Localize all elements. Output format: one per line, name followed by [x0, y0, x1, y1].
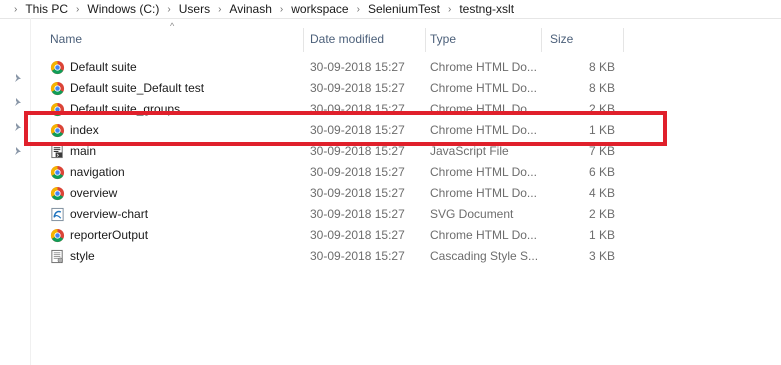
chevron-right-icon[interactable]: ›: [70, 4, 85, 15]
file-name: Default suite: [70, 60, 137, 74]
column-header-name[interactable]: Name: [45, 28, 303, 52]
breadcrumb-item[interactable]: workspace: [289, 2, 350, 16]
file-name: Default suite_Default test: [70, 81, 205, 95]
highlight-box: [24, 111, 667, 146]
chevron-right-icon[interactable]: ›: [8, 4, 23, 15]
chevron-right-icon[interactable]: ›: [161, 4, 176, 15]
file-type: Chrome HTML Do...: [430, 81, 537, 95]
chevron-right-icon[interactable]: ›: [442, 4, 457, 15]
breadcrumb-item[interactable]: SeleniumTest: [366, 2, 442, 16]
file-size: 2 KB: [588, 207, 615, 221]
breadcrumb-item[interactable]: Avinash: [227, 2, 273, 16]
file-date: 30-09-2018 15:27: [310, 60, 405, 74]
file-row[interactable]: Default suite_Default test 30-09-2018 15…: [0, 78, 781, 99]
file-size: 8 KB: [588, 81, 615, 95]
stylesheet-file-icon: [51, 249, 63, 264]
file-date: 30-09-2018 15:27: [310, 81, 405, 95]
file-type: Chrome HTML Do...: [430, 228, 537, 242]
file-size: 8 KB: [588, 60, 615, 74]
chevron-right-icon[interactable]: ›: [274, 4, 289, 15]
file-date: 30-09-2018 15:27: [310, 249, 405, 263]
chevron-right-icon[interactable]: ›: [212, 4, 227, 15]
file-date: 30-09-2018 15:27: [310, 228, 405, 242]
column-header-size[interactable]: Size: [545, 28, 623, 52]
file-size: 3 KB: [588, 249, 615, 263]
file-date: 30-09-2018 15:27: [310, 207, 405, 221]
file-date: 30-09-2018 15:27: [310, 165, 405, 179]
file-row[interactable]: navigation 30-09-2018 15:27 Chrome HTML …: [0, 162, 781, 183]
file-size: 4 KB: [588, 186, 615, 200]
chrome-icon: [50, 60, 65, 75]
file-name: style: [70, 249, 95, 263]
svg-document-icon: [51, 207, 64, 222]
file-name: overview: [70, 186, 118, 200]
file-type: Chrome HTML Do...: [430, 165, 537, 179]
column-divider[interactable]: [303, 28, 304, 52]
breadcrumb-item[interactable]: Users: [177, 2, 212, 16]
chrome-icon: [50, 228, 65, 243]
file-row[interactable]: style 30-09-2018 15:27 Cascading Style S…: [0, 246, 781, 267]
file-row[interactable]: overview 30-09-2018 15:27 Chrome HTML Do…: [0, 183, 781, 204]
file-size: 6 KB: [588, 165, 615, 179]
column-divider[interactable]: [623, 28, 624, 52]
file-name: overview-chart: [70, 207, 149, 221]
breadcrumb-item[interactable]: This PC: [23, 2, 70, 16]
file-row[interactable]: overview-chart 30-09-2018 15:27 SVG Docu…: [0, 204, 781, 225]
file-size: 1 KB: [588, 228, 615, 242]
breadcrumb-item[interactable]: Windows (C:): [85, 2, 161, 16]
file-type: SVG Document: [430, 207, 514, 221]
file-row[interactable]: reporterOutput 30-09-2018 15:27 Chrome H…: [0, 225, 781, 246]
file-row[interactable]: Default suite 30-09-2018 15:27 Chrome HT…: [0, 57, 781, 78]
chevron-right-icon[interactable]: ›: [351, 4, 366, 15]
file-date: 30-09-2018 15:27: [310, 186, 405, 200]
chrome-icon: [50, 165, 65, 180]
file-type: Cascading Style S...: [430, 249, 538, 263]
file-type: Chrome HTML Do...: [430, 186, 537, 200]
chrome-icon: [50, 186, 65, 201]
chrome-icon: [50, 81, 65, 96]
column-header-date-modified[interactable]: Date modified: [305, 28, 425, 52]
file-type: Chrome HTML Do...: [430, 60, 537, 74]
script-file-icon: [51, 144, 63, 159]
file-name: navigation: [70, 165, 125, 179]
breadcrumb-item[interactable]: testng-xslt: [457, 2, 516, 16]
column-header-type[interactable]: Type: [425, 28, 540, 52]
file-name: reporterOutput: [70, 228, 149, 242]
breadcrumb: › This PC › Windows (C:) › Users › Avina…: [0, 0, 781, 19]
column-divider[interactable]: [541, 28, 542, 52]
column-headers: ^ Name Date modified Type Size: [0, 21, 781, 52]
